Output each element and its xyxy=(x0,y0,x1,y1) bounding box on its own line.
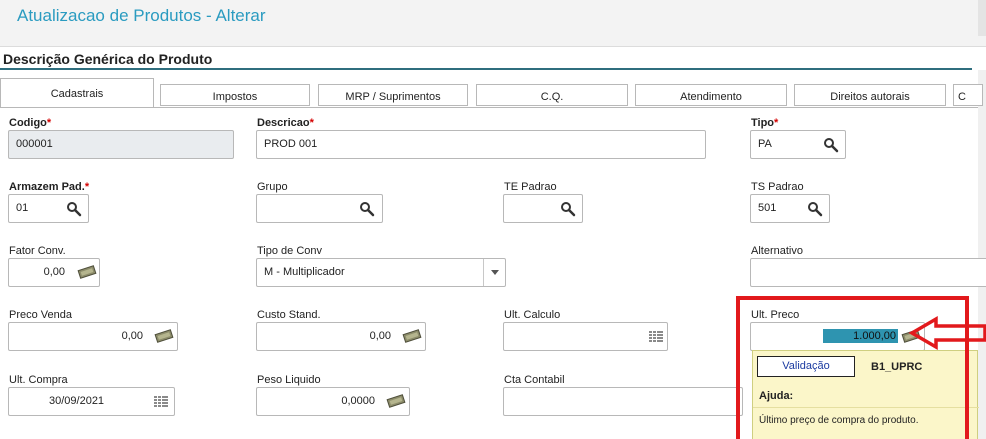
ts-padrao-field[interactable]: 501 xyxy=(750,194,830,223)
title-bar-right-edge xyxy=(978,0,986,36)
magnifier-icon[interactable] xyxy=(823,137,839,153)
descricao-field[interactable]: PROD 001 xyxy=(256,130,706,159)
alternativo-label: Alternativo xyxy=(751,245,803,257)
fator-conv-label: Fator Conv. xyxy=(9,245,66,257)
preco-venda-field[interactable]: 0,00 xyxy=(8,322,178,351)
peso-liquido-label: Peso Liquido xyxy=(257,374,321,386)
ult-compra-label: Ult. Compra xyxy=(9,374,68,386)
custo-stand-field[interactable]: 0,00 xyxy=(256,322,426,351)
ult-calculo-field[interactable]: / / xyxy=(503,322,668,351)
tab-more[interactable]: C xyxy=(953,84,983,106)
annotation-arrow-icon xyxy=(908,315,986,351)
fator-conv-value: 0,00 xyxy=(43,266,65,278)
money-icon[interactable] xyxy=(77,265,97,279)
magnifier-icon[interactable] xyxy=(560,201,576,217)
magnifier-icon[interactable] xyxy=(66,201,82,217)
ult-calculo-label: Ult. Calculo xyxy=(504,309,561,321)
tab-direitos-autorais[interactable]: Direitos autorais xyxy=(794,84,946,106)
armazem-label: Armazem Pad.* xyxy=(9,181,90,193)
grupo-label: Grupo xyxy=(257,181,288,193)
codigo-field[interactable]: 000001 xyxy=(8,130,234,159)
ts-padrao-label: TS Padrao xyxy=(751,181,804,193)
ult-compra-field[interactable]: 30/09/2021 xyxy=(8,387,175,416)
preco-venda-value: 0,00 xyxy=(121,330,143,342)
armazem-field[interactable]: 01 xyxy=(8,194,89,223)
tipo-label: Tipo* xyxy=(751,117,779,129)
money-icon[interactable] xyxy=(154,329,174,343)
money-icon[interactable] xyxy=(386,394,406,408)
fator-conv-field[interactable]: 0,00 xyxy=(8,258,100,287)
tipo-conv-dropdown[interactable] xyxy=(483,259,505,286)
te-padrao-label: TE Padrao xyxy=(504,181,557,193)
preco-venda-label: Preco Venda xyxy=(9,309,72,321)
cta-contabil-field[interactable] xyxy=(503,387,743,416)
tipo-conv-value: M - Multiplicador xyxy=(264,266,345,278)
alternativo-field[interactable] xyxy=(750,258,986,287)
tab-impostos[interactable]: Impostos xyxy=(160,84,310,106)
calendar-icon[interactable] xyxy=(649,331,663,343)
tab-mrp-suprimentos[interactable]: MRP / Suprimentos xyxy=(318,84,468,106)
codigo-label: Codigo* xyxy=(9,117,52,129)
ult-compra-value: 30/09/2021 xyxy=(49,395,105,407)
te-padrao-field[interactable] xyxy=(503,194,583,223)
calendar-icon[interactable] xyxy=(154,396,168,408)
tipo-conv-select[interactable]: M - Multiplicador xyxy=(256,258,506,287)
money-icon[interactable] xyxy=(402,329,422,343)
tab-cq[interactable]: C.Q. xyxy=(476,84,628,106)
tab-cadastrais[interactable]: Cadastrais xyxy=(0,78,154,108)
tipo-conv-label: Tipo de Conv xyxy=(257,245,323,257)
ts-padrao-value: 501 xyxy=(758,202,777,214)
magnifier-icon[interactable] xyxy=(807,201,823,217)
tab-bar-line xyxy=(0,107,978,108)
chevron-down-icon xyxy=(491,270,499,275)
grupo-field[interactable] xyxy=(256,194,383,223)
custo-stand-label: Custo Stand. xyxy=(257,309,321,321)
armazem-value: 01 xyxy=(16,202,29,214)
vertical-scrollbar[interactable] xyxy=(978,70,986,439)
custo-stand-value: 0,00 xyxy=(369,330,391,342)
peso-liquido-field[interactable]: 0,0000 xyxy=(256,387,410,416)
section-title: Descrição Genérica do Produto xyxy=(3,51,213,67)
peso-liquido-value: 0,0000 xyxy=(341,395,375,407)
tipo-field[interactable]: PA xyxy=(750,130,846,159)
magnifier-icon[interactable] xyxy=(359,201,375,217)
title-bar: Atualizacao de Produtos - Alterar xyxy=(0,0,986,47)
window-title: Atualizacao de Produtos - Alterar xyxy=(17,6,266,25)
cta-contabil-label: Cta Contabil xyxy=(504,374,565,386)
tipo-value: PA xyxy=(758,138,772,150)
section-divider xyxy=(0,68,972,70)
tab-atendimento[interactable]: Atendimento xyxy=(635,84,787,106)
descricao-label: Descricao* xyxy=(257,117,314,129)
